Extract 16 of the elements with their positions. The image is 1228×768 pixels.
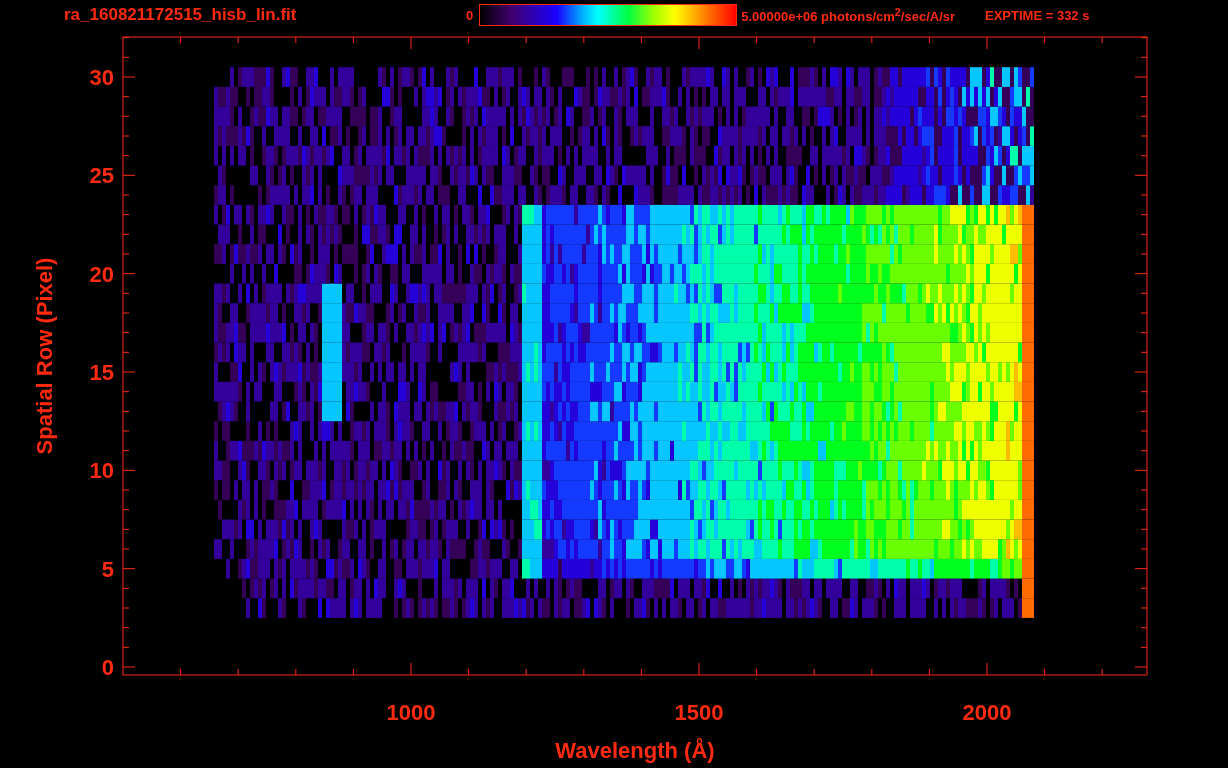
y-tick-label: 30 (89, 65, 114, 90)
colorbar-min-label: 0 (466, 7, 474, 23)
y-tick-label: 10 (89, 458, 114, 484)
exposure-time: EXPTIME = 332 s (985, 7, 1090, 23)
y-tick-label: 0 (101, 655, 114, 680)
x-axis-label: Wavelength (Å) (555, 738, 715, 763)
y-tick-label: 15 (89, 360, 114, 385)
y-tick-label: 25 (89, 163, 114, 189)
x-tick-label: 2000 (962, 700, 1012, 725)
y-tick-label: 5 (101, 556, 114, 582)
colorbar-max-label: 5.00000e+06 photons/cm$^{2}$/sec/A/sr (741, 5, 956, 25)
file-title: ra_160821172515_hisb_lin.fit (64, 5, 298, 25)
y-tick-label: 20 (89, 261, 114, 287)
y-axis-label: Spatial Row (Pixel) (32, 257, 57, 455)
x-tick-label: 1000 (386, 700, 436, 725)
x-tick-label: 1500 (674, 700, 724, 725)
